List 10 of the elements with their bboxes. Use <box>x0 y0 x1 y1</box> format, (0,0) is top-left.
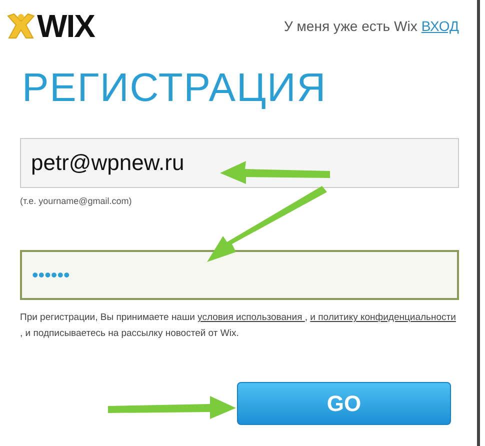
terms-text: При регистрации, Вы принимаете наши условия использования , и политику конфиденциальности , и подписываетесь на рассылку новостей от Wix. <box>20 311 457 341</box>
terms-link[interactable]: условия использования <box>198 312 305 323</box>
email-hint: (т.е. yourname@gmail.com) <box>20 196 133 206</box>
login-prompt: У меня уже есть Wix <box>284 18 418 34</box>
page-heading: РЕГИСТРАЦИЯ <box>22 68 328 108</box>
logo-text: WIX <box>37 10 94 42</box>
terms-link[interactable]: и политику конфиденциальности <box>310 312 456 323</box>
login-link[interactable]: ВХОД <box>421 18 459 34</box>
figure-icon <box>6 12 36 40</box>
email-field[interactable]: petr@wpnew.ru <box>20 138 459 188</box>
